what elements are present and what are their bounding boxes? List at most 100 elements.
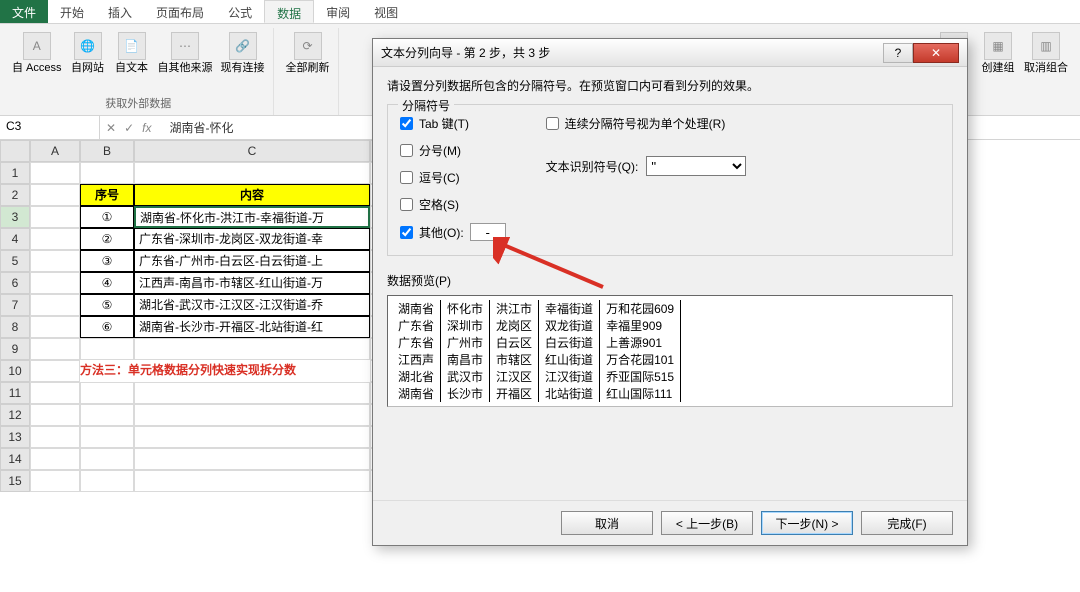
row-10[interactable]: 10 bbox=[0, 360, 30, 382]
btn-from-web[interactable]: 🌐 自网站 bbox=[68, 30, 108, 76]
tab-view[interactable]: 视图 bbox=[362, 0, 410, 23]
text-qualifier-select[interactable]: " bbox=[646, 156, 746, 176]
chk-other-input[interactable] bbox=[400, 226, 413, 239]
preview-cell: 广东省 bbox=[392, 317, 441, 334]
col-B[interactable]: B bbox=[80, 140, 134, 162]
cancel-button[interactable]: 取消 bbox=[561, 511, 653, 535]
text-to-columns-dialog: 文本分列向导 - 第 2 步，共 3 步 ? ✕ 请设置分列数据所包含的分隔符号… bbox=[372, 38, 968, 546]
chk-semicolon-label: 分号(M) bbox=[419, 142, 461, 159]
cell-C3[interactable]: 湖南省-怀化市-洪江市-幸福街道-万 bbox=[134, 206, 370, 228]
row-9[interactable]: 9 bbox=[0, 338, 30, 360]
fx-cancel-icon[interactable]: ✕ bbox=[106, 121, 116, 135]
tab-insert[interactable]: 插入 bbox=[96, 0, 144, 23]
btn-from-access[interactable]: A 自 Access bbox=[10, 30, 64, 76]
tab-review[interactable]: 审阅 bbox=[314, 0, 362, 23]
chk-space-input[interactable] bbox=[400, 198, 413, 211]
btn-group-create-label: 创建组 bbox=[982, 62, 1015, 74]
refresh-icon: ⟳ bbox=[294, 32, 322, 60]
btn-group-ungroup[interactable]: ▥ 取消组合 bbox=[1022, 30, 1070, 76]
ribbon-group-connections: ⟳ 全部刷新 bbox=[278, 28, 339, 115]
preview-cell: 深圳市 bbox=[441, 317, 490, 334]
row-12[interactable]: 12 bbox=[0, 404, 30, 426]
table-header-content: 内容 bbox=[134, 184, 370, 206]
row-13[interactable]: 13 bbox=[0, 426, 30, 448]
table-row[interactable]: ① bbox=[80, 206, 134, 228]
row-11[interactable]: 11 bbox=[0, 382, 30, 404]
row-5[interactable]: 5 bbox=[0, 250, 30, 272]
tab-data[interactable]: 数据 bbox=[264, 0, 314, 23]
fx-confirm-icon[interactable]: ✓ bbox=[124, 121, 134, 135]
chk-comma-input[interactable] bbox=[400, 171, 413, 184]
chk-semicolon-input[interactable] bbox=[400, 144, 413, 157]
back-button[interactable]: < 上一步(B) bbox=[661, 511, 753, 535]
select-all-corner[interactable] bbox=[0, 140, 30, 162]
table-row[interactable]: ⑤ bbox=[80, 294, 134, 316]
btn-from-text[interactable]: 📄 自文本 bbox=[112, 30, 152, 76]
dialog-instruction: 请设置分列数据所包含的分隔符号。在预览窗口内可看到分列的效果。 bbox=[387, 77, 953, 94]
chk-comma-label: 逗号(C) bbox=[419, 169, 460, 186]
table-row[interactable]: ② bbox=[80, 228, 134, 250]
group-icon: ▦ bbox=[984, 32, 1012, 60]
chk-consecutive-input[interactable] bbox=[546, 117, 559, 130]
chk-semicolon[interactable]: 分号(M) bbox=[400, 142, 506, 159]
access-icon: A bbox=[23, 32, 51, 60]
other-delimiter-input[interactable] bbox=[470, 223, 506, 241]
dialog-close-button[interactable]: ✕ bbox=[913, 43, 959, 63]
cell-C8[interactable]: 湖南省-长沙市-开福区-北站街道-红 bbox=[134, 316, 370, 338]
btn-group-ungroup-label: 取消组合 bbox=[1024, 62, 1068, 74]
btn-refresh-all[interactable]: ⟳ 全部刷新 bbox=[284, 30, 332, 76]
preview-box[interactable]: 湖南省怀化市洪江市幸福街道万和花园609广东省深圳市龙岗区双龙街道幸福里909广… bbox=[387, 295, 953, 407]
tab-formula[interactable]: 公式 bbox=[216, 0, 264, 23]
row-2[interactable]: 2 bbox=[0, 184, 30, 206]
preview-cell: 上善源901 bbox=[600, 334, 681, 351]
btn-existing-conn[interactable]: 🔗 现有连接 bbox=[219, 30, 267, 76]
chk-consecutive[interactable]: 连续分隔符号视为单个处理(R) bbox=[546, 115, 747, 132]
next-button[interactable]: 下一步(N) > bbox=[761, 511, 853, 535]
chk-tab-input[interactable] bbox=[400, 117, 413, 130]
tab-layout[interactable]: 页面布局 bbox=[144, 0, 216, 23]
preview-cell: 洪江市 bbox=[490, 300, 539, 317]
row-4[interactable]: 4 bbox=[0, 228, 30, 250]
cell-C4[interactable]: 广东省-深圳市-龙岗区-双龙街道-幸 bbox=[134, 228, 370, 250]
col-A[interactable]: A bbox=[30, 140, 80, 162]
table-row[interactable]: ③ bbox=[80, 250, 134, 272]
dialog-help-button[interactable]: ? bbox=[883, 43, 913, 63]
preview-cell: 江汉区 bbox=[490, 368, 539, 385]
chk-comma[interactable]: 逗号(C) bbox=[400, 169, 506, 186]
row-1[interactable]: 1 bbox=[0, 162, 30, 184]
preview-cell: 湖南省 bbox=[392, 385, 441, 402]
chk-space[interactable]: 空格(S) bbox=[400, 196, 506, 213]
name-box[interactable]: C3 bbox=[0, 116, 100, 139]
dialog-button-row: 取消 < 上一步(B) 下一步(N) > 完成(F) bbox=[373, 500, 967, 545]
cell-C7[interactable]: 湖北省-武汉市-江汉区-江汉街道-乔 bbox=[134, 294, 370, 316]
web-icon: 🌐 bbox=[74, 32, 102, 60]
row-8[interactable]: 8 bbox=[0, 316, 30, 338]
cell-C5[interactable]: 广东省-广州市-白云区-白云街道-上 bbox=[134, 250, 370, 272]
preview-cell: 南昌市 bbox=[441, 351, 490, 368]
preview-table: 湖南省怀化市洪江市幸福街道万和花园609广东省深圳市龙岗区双龙街道幸福里909广… bbox=[392, 300, 681, 402]
finish-button[interactable]: 完成(F) bbox=[861, 511, 953, 535]
row-15[interactable]: 15 bbox=[0, 470, 30, 492]
btn-from-other[interactable]: ⋯ 自其他来源 bbox=[156, 30, 215, 76]
chk-tab[interactable]: Tab 键(T) bbox=[400, 115, 506, 132]
cell-C6[interactable]: 江西声-南昌市-市辖区-红山街道-万 bbox=[134, 272, 370, 294]
tab-file[interactable]: 文件 bbox=[0, 0, 48, 23]
row-3[interactable]: 3 bbox=[0, 206, 30, 228]
chk-other-label: 其他(O): bbox=[419, 224, 464, 241]
row-14[interactable]: 14 bbox=[0, 448, 30, 470]
fx-icon[interactable]: fx bbox=[142, 121, 151, 135]
chk-space-label: 空格(S) bbox=[419, 196, 459, 213]
preview-cell: 龙岗区 bbox=[490, 317, 539, 334]
table-row[interactable]: ⑥ bbox=[80, 316, 134, 338]
table-row[interactable]: ④ bbox=[80, 272, 134, 294]
preview-cell: 江西声 bbox=[392, 351, 441, 368]
ribbon-tabs: 文件 开始 插入 页面布局 公式 数据 审阅 视图 bbox=[0, 0, 1080, 24]
btn-group-create[interactable]: ▦ 创建组 bbox=[978, 30, 1018, 76]
chk-other[interactable]: 其他(O): bbox=[400, 223, 506, 241]
col-C[interactable]: C bbox=[134, 140, 370, 162]
row-6[interactable]: 6 bbox=[0, 272, 30, 294]
formula-value[interactable]: 湖南省-怀化 bbox=[159, 119, 233, 136]
dialog-titlebar[interactable]: 文本分列向导 - 第 2 步，共 3 步 ? ✕ bbox=[373, 39, 967, 67]
tab-home[interactable]: 开始 bbox=[48, 0, 96, 23]
row-7[interactable]: 7 bbox=[0, 294, 30, 316]
